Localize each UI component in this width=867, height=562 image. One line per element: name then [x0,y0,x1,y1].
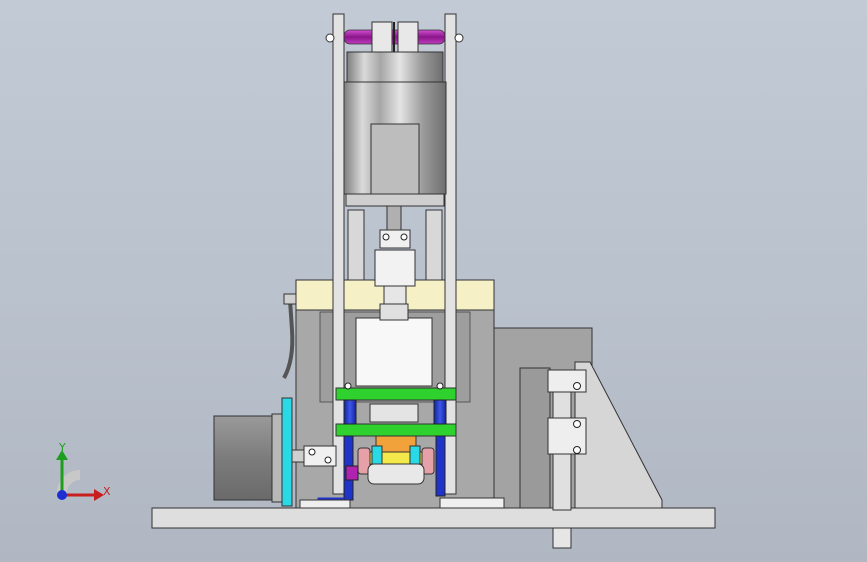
rail-block-top [547,369,587,393]
coordinate-triad: Y X [40,438,120,513]
base-block [439,497,505,509]
x-axis-label: X [103,485,111,498]
motor-terminal-box [370,123,420,195]
roller-hub [397,21,419,53]
right-arm-inner [519,367,551,509]
side-lever [282,299,295,379]
rail-bolt [573,382,581,390]
green-plate-upper [335,387,457,401]
rail-bolt [573,420,581,428]
lever-bracket [283,293,297,305]
base-foot-pin [552,527,572,549]
motor-top-cap [346,51,444,83]
assembly-model[interactable] [0,0,867,562]
base-block [299,499,351,509]
blue-column [433,399,447,425]
y-axis-label: Y [59,441,66,454]
roller-hub [371,21,393,53]
post-pin [454,33,464,43]
blue-column [343,399,357,425]
frame-post-left [332,13,345,495]
slide-block [355,317,433,387]
side-motor-body [213,415,277,501]
coupling-sleeve [374,249,416,287]
base-plate [151,507,716,529]
side-shaft [291,449,305,463]
magenta-stub [345,465,359,481]
triad-graphic [56,450,104,501]
rail-bolt [573,446,581,454]
green-plate-lower [335,423,457,437]
side-coupling [303,445,337,467]
motor-shaft [386,205,402,231]
bracket-left [347,209,365,281]
slide-nut [379,303,409,321]
z-axis-dot [57,490,67,500]
blue-leg [435,435,446,497]
cyan-plate [281,397,293,507]
lower-roller [367,463,425,485]
bracket-right [425,209,443,281]
frame-post-right [444,13,457,495]
triangle-gusset [574,361,663,509]
cyan-clamp [371,445,383,465]
spring-stack [369,403,419,423]
triad-arc [57,470,81,494]
motor-flange [345,193,445,207]
cyan-clamp [409,445,421,465]
side-motor-flange [271,413,283,503]
post-pin [325,33,335,43]
cad-viewport[interactable]: Y X [0,0,867,562]
